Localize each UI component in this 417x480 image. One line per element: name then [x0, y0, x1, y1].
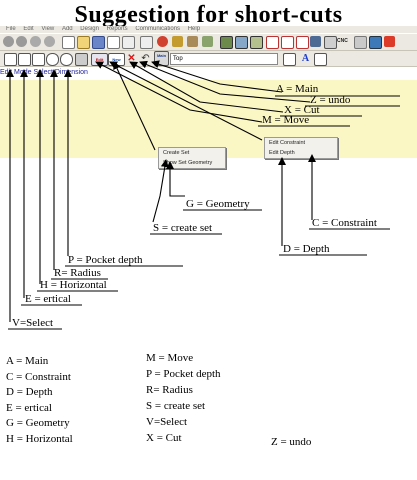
legend-item: D = Depth: [6, 386, 53, 398]
legend-item: G = Geometry: [6, 417, 70, 429]
arrow-edit-menu: [109, 61, 263, 141]
legend-item: V=Select: [146, 416, 188, 428]
callout-ertical: E = ertical: [25, 293, 71, 305]
callout-select: V=Select: [12, 317, 54, 329]
callout-geometry: G = Geometry: [186, 198, 250, 210]
arrow-create-set: [152, 159, 169, 223]
arrow-cut: [129, 61, 284, 113]
arrow-set-to-edit: [113, 61, 156, 151]
legend-item: A = Main: [6, 355, 49, 367]
callout-move: M = Move: [262, 114, 310, 126]
legend-item: Z = undo: [271, 436, 312, 448]
legend-item: P = Pocket depth: [146, 368, 221, 380]
callout-constraint: C = Constraint: [312, 217, 377, 229]
callout-arrows: [6, 60, 400, 330]
legend-item: C = Constraint: [6, 371, 71, 383]
legend-item: E = ertical: [6, 402, 52, 414]
callout-pocket-depth: P = Pocket depth: [68, 254, 143, 266]
legend-item: S = create set: [146, 400, 206, 412]
arrow-main: [151, 60, 283, 93]
legend-item: X = Cut: [146, 432, 182, 444]
callout-radius: R= Radius: [54, 267, 101, 279]
legend-item: R= Radius: [146, 384, 193, 396]
arrow-geometry: [166, 161, 185, 197]
callout-depth: D = Depth: [283, 243, 330, 255]
callout-horizontal: H = Horizontal: [40, 279, 107, 291]
legend-item: H = Horizontal: [6, 433, 73, 445]
callout-create-set: S = create set: [153, 222, 213, 234]
legend-item: M = Move: [146, 352, 194, 364]
